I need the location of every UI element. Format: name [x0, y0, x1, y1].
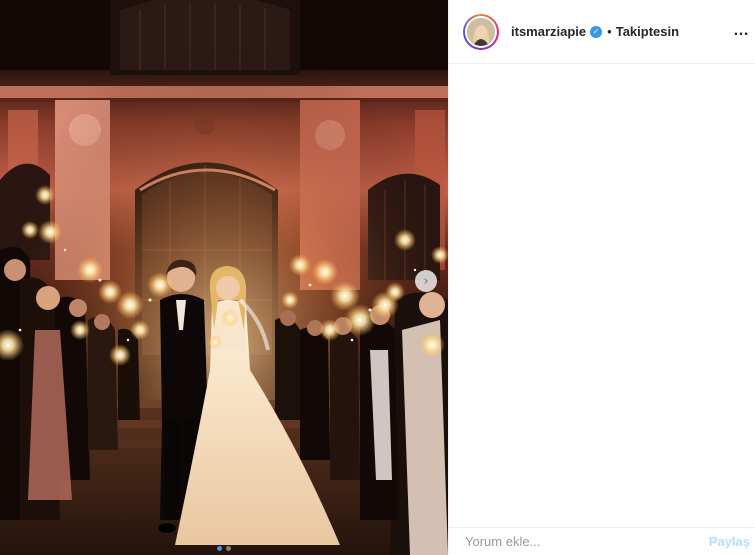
avatar	[467, 17, 495, 46]
avatar-image	[467, 17, 495, 46]
comment-box: Paylaş	[449, 527, 755, 555]
post-header: itsmarziapie ✓ • Takiptesin …	[449, 0, 755, 64]
instagram-post: › itsmarziapie ✓ • Takiptesin … Yorum ek…	[0, 0, 755, 555]
username-link[interactable]: itsmarziapie	[511, 24, 586, 39]
post-side-panel: itsmarziapie ✓ • Takiptesin … Paylaş	[448, 0, 755, 555]
comment-input[interactable]	[465, 534, 709, 549]
story-ring[interactable]	[463, 13, 499, 50]
carousel-next-button[interactable]: ›	[415, 270, 437, 292]
carousel-dot	[226, 546, 231, 551]
post-photo[interactable]: ›	[0, 0, 448, 555]
share-button[interactable]: Paylaş	[709, 534, 755, 549]
more-options-icon[interactable]: …	[733, 22, 750, 40]
verified-badge-icon: ✓	[590, 25, 603, 38]
header-separator: •	[607, 24, 612, 39]
following-button[interactable]: Takiptesin	[616, 24, 679, 39]
wedding-sparkler-photo	[0, 0, 448, 555]
carousel-dot-active	[217, 546, 222, 551]
chevron-right-icon: ›	[423, 273, 429, 289]
carousel-indicator	[0, 546, 448, 551]
